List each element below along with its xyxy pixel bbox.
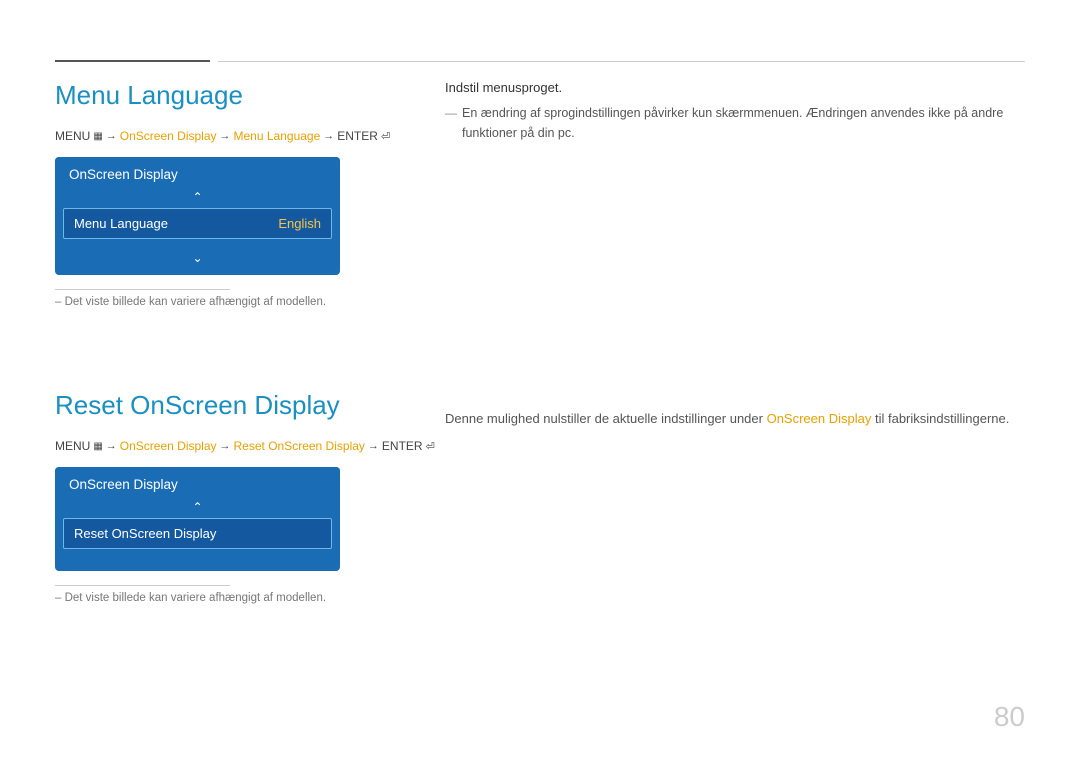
chevron-up-icon-2: ⌃	[192, 500, 202, 514]
section-2-note: – Det viste billede kan variere afhængig…	[55, 592, 1025, 604]
section-1-divider	[55, 289, 230, 290]
osd-header-2: OnScreen Display	[55, 467, 340, 498]
info-2-prefix: Denne mulighed nulstiller de aktuelle in…	[445, 411, 767, 426]
section-1-note: – Det viste billede kan variere afhængig…	[55, 296, 1025, 308]
breadcrumb-arrow-1c: →	[323, 130, 334, 142]
osd-row-2: Reset OnScreen Display	[63, 518, 332, 549]
breadcrumb-enter-icon-1: ⏎	[381, 130, 390, 143]
chevron-down-icon-1: ⌄	[192, 251, 202, 265]
breadcrumb-link-2b: Reset OnScreen Display	[234, 439, 365, 453]
breadcrumb-menu-1: MENU	[55, 129, 90, 143]
breadcrumb-menu-icon-2: ▦	[93, 441, 102, 452]
osd-row-label-1: Menu Language	[74, 216, 168, 231]
info-1-dash: ―	[445, 104, 457, 143]
top-rule-dark	[55, 60, 210, 62]
breadcrumb-menu-2: MENU	[55, 439, 90, 453]
breadcrumb-link-1a: OnScreen Display	[120, 129, 217, 143]
osd-row-label-2: Reset OnScreen Display	[74, 526, 216, 541]
breadcrumb-menu-icon-1: ▦	[93, 131, 102, 142]
breadcrumb-enter-1: ENTER	[337, 129, 378, 143]
breadcrumb-enter-2: ENTER	[382, 439, 423, 453]
osd-box-2: OnScreen Display ⌃ Reset OnScreen Displa…	[55, 467, 340, 571]
top-rule-light	[218, 61, 1025, 62]
breadcrumb-arrow-1a: →	[106, 130, 117, 142]
breadcrumb-arrow-2a: →	[106, 440, 117, 452]
breadcrumb-enter-icon-2: ⏎	[426, 440, 435, 453]
osd-spacer-2	[55, 557, 340, 571]
info-1-text: En ændring af sprogindstillingen påvirke…	[462, 103, 1025, 143]
info-1-title: Indstil menusproget.	[445, 80, 1025, 95]
info-panel-1: Indstil menusproget. ― En ændring af spr…	[445, 80, 1025, 143]
top-rule	[55, 60, 1025, 62]
info-panel-2: Denne mulighed nulstiller de aktuelle in…	[445, 390, 1025, 430]
osd-box-1: OnScreen Display ⌃ Menu Language English…	[55, 157, 340, 275]
chevron-up-icon-1: ⌃	[192, 190, 202, 204]
osd-row-value-1: English	[278, 216, 321, 231]
section-2-divider	[55, 585, 230, 586]
info-2-link: OnScreen Display	[767, 411, 872, 426]
osd-chevron-up-2: ⌃	[55, 498, 340, 518]
page-container: Menu Language MENU ▦ → OnScreen Display …	[0, 0, 1080, 763]
osd-chevron-down-1: ⌄	[55, 247, 340, 275]
info-2-body: Denne mulighed nulstiller de aktuelle in…	[445, 408, 1025, 430]
breadcrumb-link-2a: OnScreen Display	[120, 439, 217, 453]
breadcrumb-arrow-2c: →	[368, 440, 379, 452]
info-2-suffix: til fabriksindstillingerne.	[871, 411, 1009, 426]
breadcrumb-arrow-1b: →	[220, 130, 231, 142]
osd-row-1: Menu Language English	[63, 208, 332, 239]
breadcrumb-link-1b: Menu Language	[234, 129, 321, 143]
osd-header-1: OnScreen Display	[55, 157, 340, 188]
info-1-body: ― En ændring af sprogindstillingen påvir…	[445, 103, 1025, 143]
breadcrumb-2: MENU ▦ → OnScreen Display → Reset OnScre…	[55, 439, 1025, 453]
breadcrumb-arrow-2b: →	[220, 440, 231, 452]
osd-chevron-up-1: ⌃	[55, 188, 340, 208]
page-number: 80	[994, 701, 1025, 733]
